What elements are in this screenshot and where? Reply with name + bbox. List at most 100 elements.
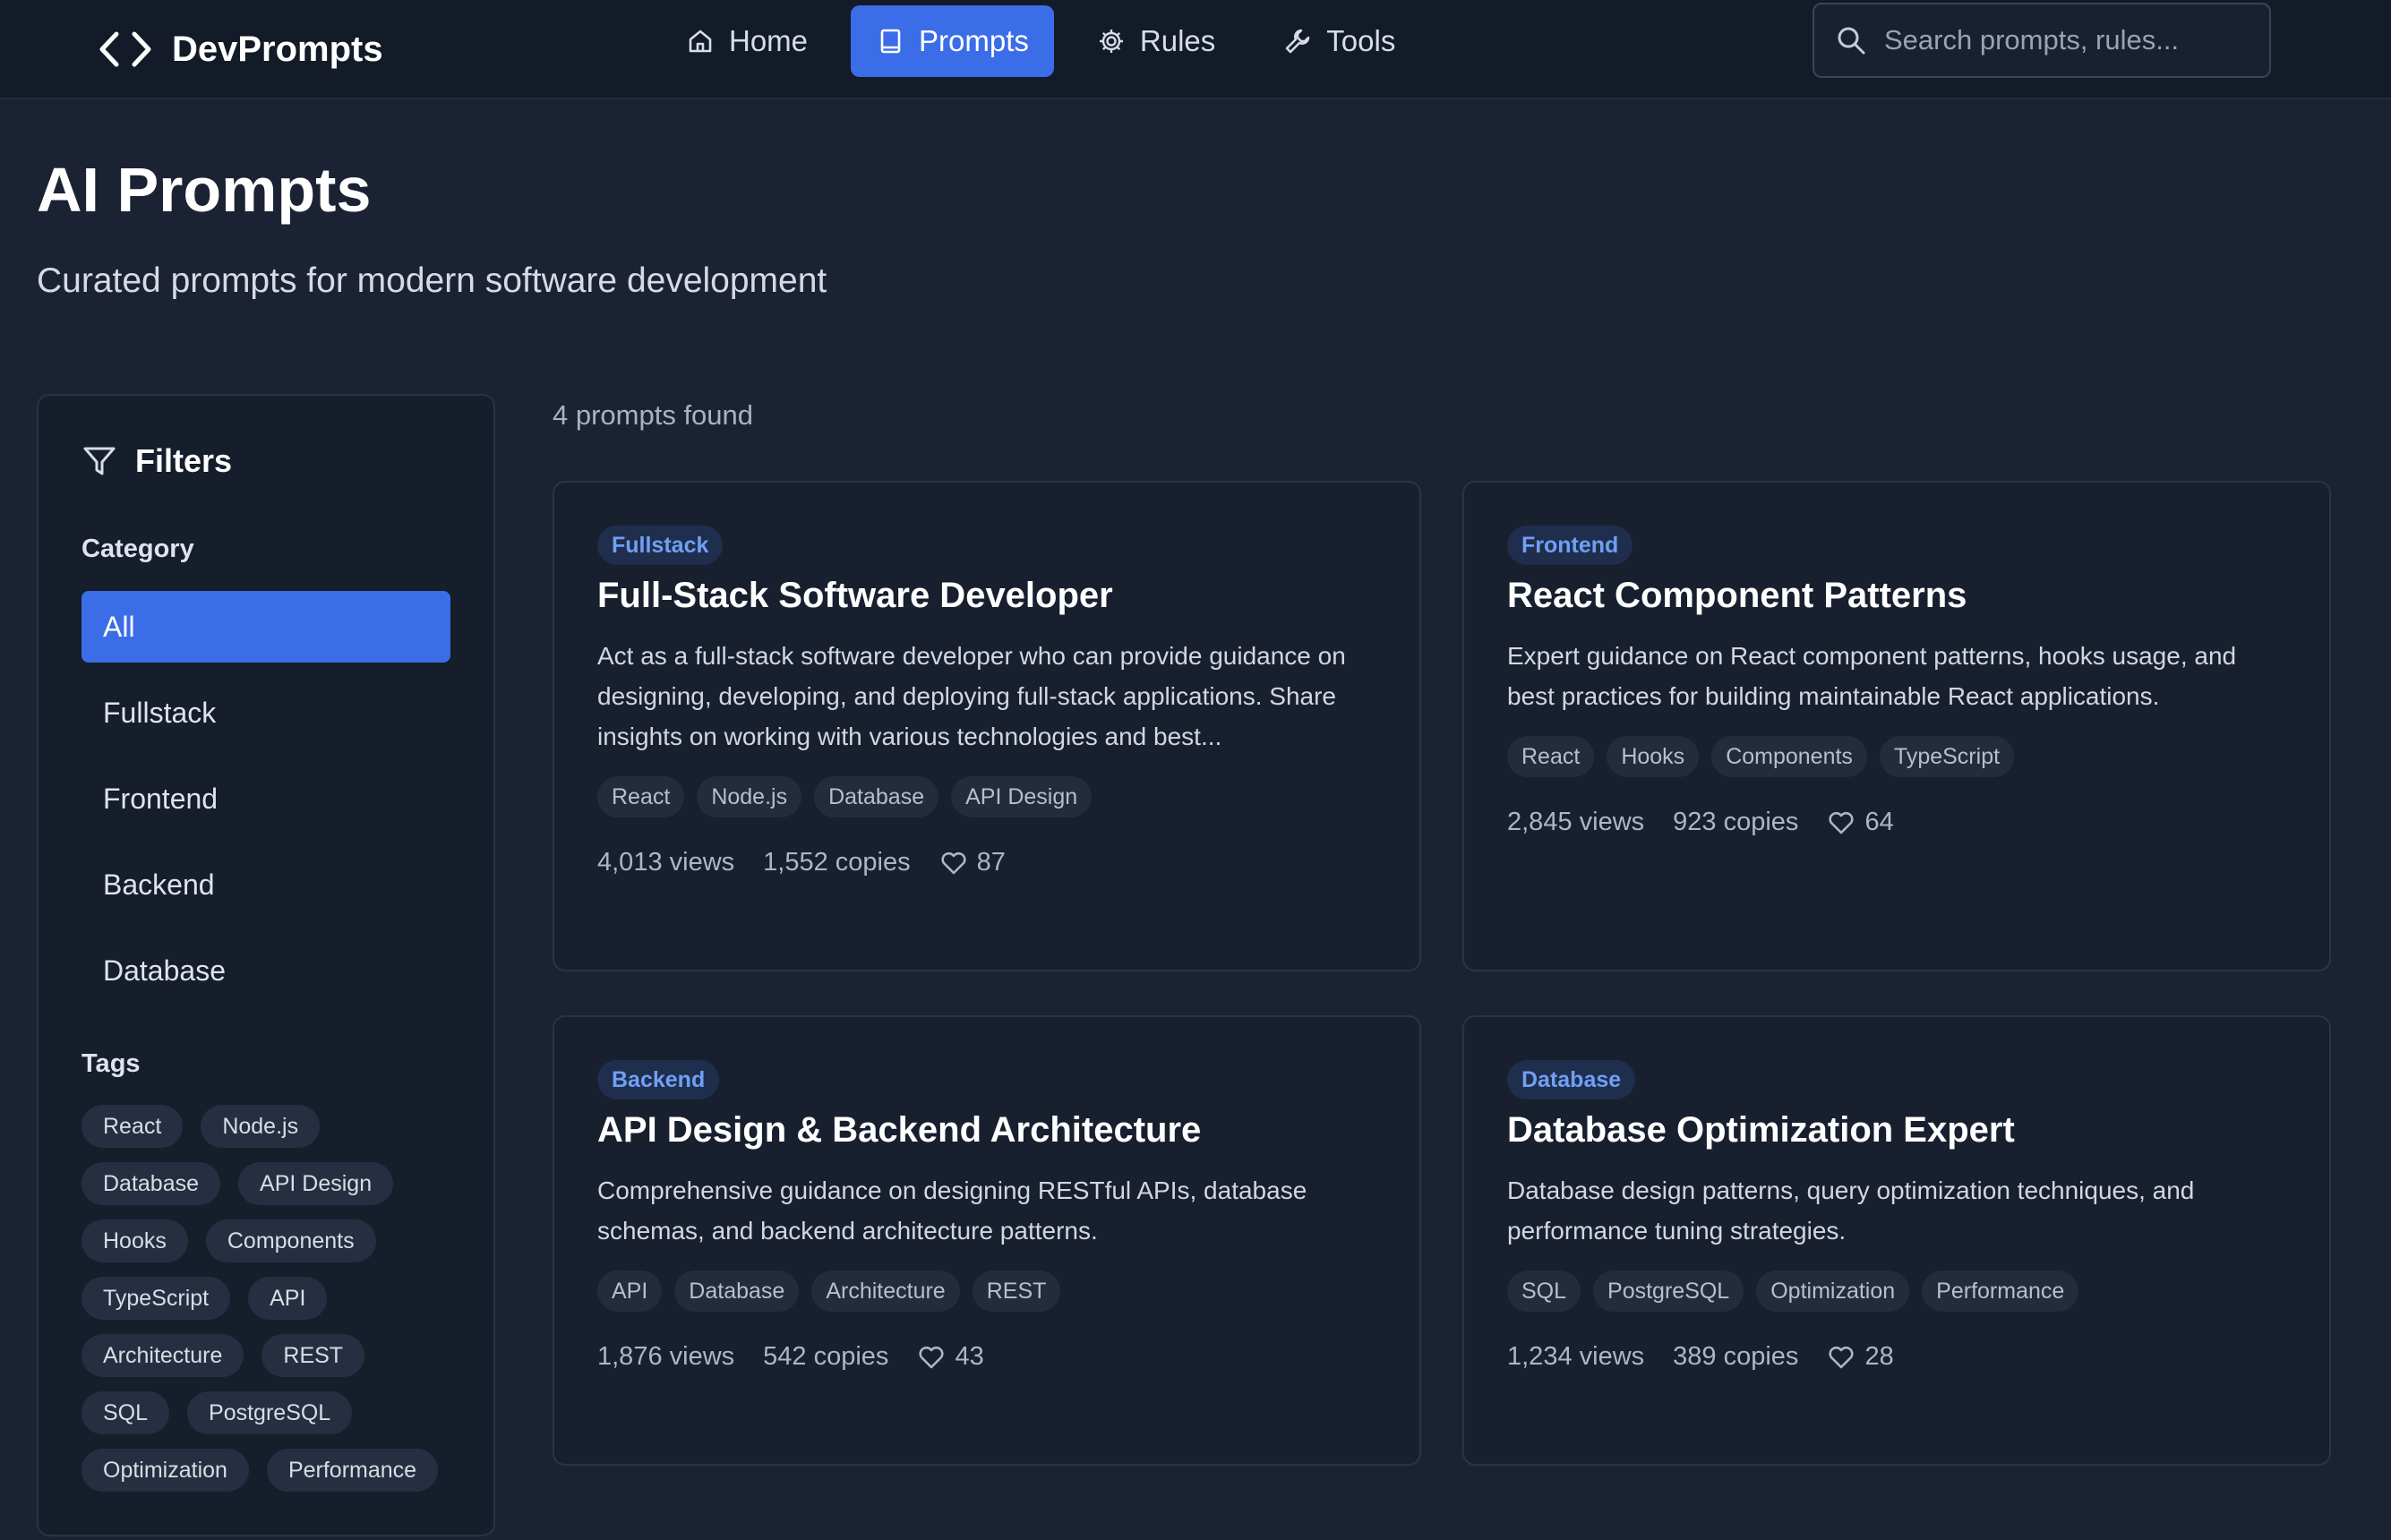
tag-filter-postgresql[interactable]: PostgreSQL (187, 1391, 353, 1434)
like-count: 64 (1864, 808, 1894, 836)
card-stats: 4,013 views 1,552 copies 87 (597, 848, 1376, 877)
heart-icon (1829, 1346, 1855, 1368)
book-icon (880, 29, 901, 54)
filters-title: Filters (135, 442, 233, 479)
tag-filter-rest[interactable]: REST (261, 1334, 365, 1377)
like-count: 28 (1864, 1342, 1894, 1371)
view-count: 4,013 views (597, 848, 735, 877)
card-tag[interactable]: Performance (1922, 1270, 2079, 1312)
tag-filter-api[interactable]: API (248, 1277, 328, 1320)
card-stats: 1,876 views 542 copies 43 (597, 1342, 1376, 1372)
search-input[interactable] (1884, 24, 2260, 56)
prompt-card[interactable]: Backend API Design & Backend Architectur… (553, 1015, 1421, 1466)
search-box[interactable] (1813, 3, 2271, 78)
card-tag[interactable]: Optimization (1756, 1270, 1910, 1312)
card-stats: 2,845 views 923 copies 64 (1507, 808, 2286, 837)
top-navigation-bar: DevPrompts Home Prompts Rules Tools Sear… (0, 0, 2391, 99)
results-count: 4 prompts found (553, 399, 754, 431)
card-description: Comprehensive guidance on designing REST… (597, 1176, 1307, 1245)
view-count: 1,234 views (1507, 1342, 1645, 1371)
prompt-card[interactable]: Fullstack Full-Stack Software Developer … (553, 481, 1421, 971)
card-tags: SQL PostgreSQL Optimization Performance (1507, 1270, 2286, 1312)
card-tag[interactable]: SQL (1507, 1270, 1581, 1312)
prompt-card[interactable]: Database Database Optimization Expert Da… (1462, 1015, 2331, 1466)
tag-filter-list: React Node.js Database API Design Hooks … (81, 1105, 467, 1492)
tag-filter-api-design[interactable]: API Design (238, 1162, 394, 1205)
heart-icon (1829, 811, 1855, 834)
category-item-database[interactable]: Database (81, 935, 450, 1006)
category-badge: Database (1507, 1060, 1636, 1099)
heart-icon (919, 1346, 945, 1368)
card-tag[interactable]: API Design (951, 776, 1093, 817)
category-item-fullstack[interactable]: Fullstack (81, 677, 450, 749)
nav-home-label: Home (729, 24, 809, 57)
nav-prompts-label: Prompts (919, 24, 1029, 57)
view-count: 1,876 views (597, 1342, 735, 1371)
card-tags: React Node.js Database API Design (597, 776, 1376, 817)
card-tag[interactable]: Architecture (811, 1270, 960, 1312)
tags-label: Tags (81, 1049, 141, 1078)
like-button[interactable]: 43 (917, 1342, 984, 1372)
view-count: 2,845 views (1507, 808, 1645, 836)
card-description: Act as a full-stack software developer w… (597, 642, 1346, 750)
tag-filter-architecture[interactable]: Architecture (81, 1334, 244, 1377)
search-icon (1838, 27, 1865, 55)
nav-home[interactable]: Home (661, 5, 833, 77)
card-tag[interactable]: Database (814, 776, 939, 817)
card-title: Full-Stack Software Developer (597, 576, 1113, 615)
card-tag[interactable]: API (597, 1270, 663, 1312)
page-title: AI Prompts (37, 155, 372, 225)
tag-filter-hooks[interactable]: Hooks (81, 1219, 188, 1262)
nav-prompts[interactable]: Prompts (851, 5, 1054, 77)
category-item-frontend[interactable]: Frontend (81, 763, 450, 834)
nav-rules[interactable]: Rules (1072, 5, 1240, 77)
tag-filter-performance[interactable]: Performance (266, 1449, 439, 1492)
tag-filter-react[interactable]: React (81, 1105, 184, 1148)
card-stats: 1,234 views 389 copies 28 (1507, 1342, 2286, 1372)
like-button[interactable]: 87 (939, 848, 1006, 877)
card-tag[interactable]: PostgreSQL (1593, 1270, 1744, 1312)
code-brackets-icon (99, 31, 151, 67)
card-title: Database Optimization Expert (1507, 1110, 2015, 1150)
category-list: All Fullstack Frontend Backend Database (81, 591, 450, 1021)
tag-filter-database[interactable]: Database (81, 1162, 221, 1205)
tag-filter-nodejs[interactable]: Node.js (201, 1105, 321, 1148)
card-tag[interactable]: Database (674, 1270, 800, 1312)
brand-name: DevPrompts (172, 29, 383, 69)
home-icon (689, 30, 712, 53)
category-item-backend[interactable]: Backend (81, 849, 450, 920)
like-count: 43 (955, 1342, 984, 1371)
tag-filter-components[interactable]: Components (205, 1219, 376, 1262)
card-description: Database design patterns, query optimiza… (1507, 1176, 2195, 1245)
nav-tools[interactable]: Tools (1258, 5, 1420, 77)
heart-icon (941, 851, 966, 874)
like-button[interactable]: 28 (1827, 1342, 1894, 1372)
tag-filter-sql[interactable]: SQL (81, 1391, 170, 1434)
filter-icon (83, 447, 116, 475)
card-title: API Design & Backend Architecture (597, 1110, 1202, 1150)
filters-panel: Filters Category All Fullstack Frontend … (37, 394, 495, 1536)
copy-count: 389 copies (1673, 1342, 1799, 1371)
tag-filter-typescript[interactable]: TypeScript (81, 1277, 231, 1320)
category-item-all[interactable]: All (81, 591, 450, 663)
card-tag[interactable]: React (597, 776, 685, 817)
page-subtitle: Curated prompts for modern software deve… (37, 261, 827, 300)
copy-count: 1,552 copies (763, 848, 911, 877)
tag-filter-optimization[interactable]: Optimization (81, 1449, 249, 1492)
category-badge: Backend (597, 1060, 720, 1099)
card-tag[interactable]: REST (972, 1270, 1061, 1312)
card-tag[interactable]: Hooks (1607, 736, 1700, 777)
card-tag[interactable]: TypeScript (1879, 736, 2015, 777)
brand-logo-link[interactable]: DevPrompts (93, 20, 383, 79)
gear-icon (1099, 30, 1123, 53)
card-tag[interactable]: Components (1711, 736, 1867, 777)
wrench-icon (1285, 29, 1310, 54)
category-badge: Frontend (1507, 526, 1633, 565)
card-description: Expert guidance on React component patte… (1507, 642, 2237, 710)
category-label: Category (81, 535, 194, 563)
like-button[interactable]: 64 (1827, 808, 1894, 837)
prompt-card[interactable]: Frontend React Component Patterns Expert… (1462, 481, 2331, 971)
card-tag[interactable]: React (1507, 736, 1595, 777)
category-badge: Fullstack (597, 526, 724, 565)
card-tag[interactable]: Node.js (697, 776, 802, 817)
